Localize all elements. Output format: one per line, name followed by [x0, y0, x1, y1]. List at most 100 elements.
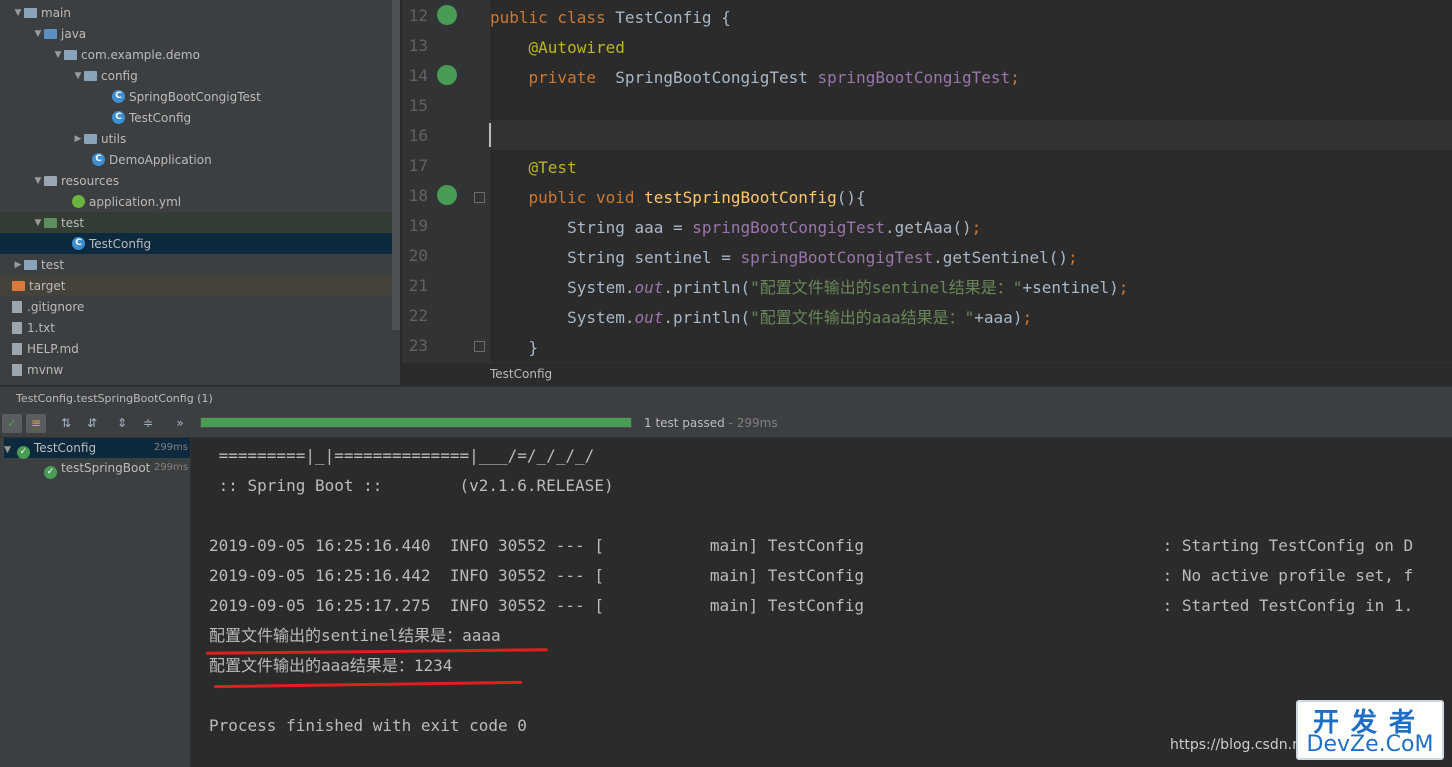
punctuation: (){ — [836, 188, 866, 207]
console-line: 2019-09-05 16:25:16.442 INFO 30552 --- [… — [209, 566, 1414, 585]
tree-item-main[interactable]: ▼ main — [0, 2, 400, 23]
semicolon: ; — [1118, 278, 1129, 297]
tree-item-package-demo[interactable]: ▼ com.example.demo — [0, 44, 400, 65]
method-name: testSpringBootConfig — [644, 188, 837, 207]
chevron-down-icon[interactable]: ▼ — [72, 71, 84, 81]
tree-item-java[interactable]: ▼ java — [0, 23, 400, 44]
annotation: @Test — [528, 158, 577, 177]
watermark-url: https://blog.csdn.n — [1170, 737, 1301, 753]
tree-item-label: utils — [101, 131, 127, 146]
field-name: springBootCongigTest — [740, 248, 934, 267]
show-ignored-icon[interactable]: ≡ — [26, 414, 46, 433]
brace: } — [528, 338, 539, 357]
chevron-down-icon[interactable]: ▼ — [32, 176, 44, 186]
class-icon: C — [112, 111, 125, 124]
run-test-icon[interactable] — [437, 5, 457, 25]
tree-item-label: java — [61, 26, 87, 41]
sort-alphabetically-icon[interactable]: ⇅ — [56, 414, 76, 433]
line-number: 21 — [408, 276, 428, 295]
run-tab-title[interactable]: TestConfig.testSpringBootConfig (1) — [16, 392, 213, 405]
tree-item-gitignore[interactable]: .gitignore — [0, 296, 400, 317]
chevron-down-icon[interactable]: ▼ — [32, 218, 44, 228]
chevron-right-icon[interactable]: ▶ — [72, 134, 84, 144]
code-line-22: System.out.println("配置文件输出的aaa结果是："+aaa)… — [490, 303, 1032, 333]
line-number: 20 — [408, 246, 428, 265]
tree-item-label: SpringBootCongigTest — [129, 89, 261, 104]
tree-item-help-md[interactable]: HELP.md — [0, 338, 400, 359]
tree-scrollbar[interactable] — [392, 0, 400, 330]
console-line: 2019-09-05 16:25:16.440 INFO 30552 --- [… — [209, 536, 1414, 555]
code-text: String sentinel = — [567, 248, 741, 267]
code-line-23: } — [490, 333, 539, 363]
tree-item-package-config[interactable]: ▼ config — [0, 65, 400, 86]
method-call: .println( — [663, 308, 751, 327]
static-field: out — [634, 278, 664, 297]
keyword: public class — [490, 8, 616, 27]
tree-item-resources[interactable]: ▼ resources — [0, 170, 400, 191]
more-actions-icon[interactable]: » — [170, 414, 190, 433]
semicolon: ; — [971, 218, 982, 237]
collapse-all-icon[interactable]: ≑ — [138, 414, 158, 433]
static-field: out — [634, 308, 664, 327]
package-icon — [64, 49, 77, 60]
tree-item-test-source[interactable]: ▼ test — [0, 212, 400, 233]
site-logo: 开发者 DevZe.CoM — [1296, 700, 1444, 760]
tree-item-label: 1.txt — [27, 320, 55, 335]
string-literal: "配置文件输出的sentinel结果是：" — [750, 278, 1023, 297]
class-icon: C — [92, 153, 105, 166]
test-node-method[interactable]: ✓ testSpringBoot 299ms — [44, 458, 190, 479]
tree-item-application-yml[interactable]: application.yml — [0, 191, 400, 212]
chevron-right-icon[interactable]: ▶ — [12, 260, 24, 270]
chevron-down-icon[interactable]: ▼ — [4, 445, 11, 455]
tree-item-mvnw[interactable]: mvnw — [0, 359, 400, 380]
tree-item-1-txt[interactable]: 1.txt — [0, 317, 400, 338]
file-icon — [12, 363, 22, 376]
excluded-folder-icon — [12, 280, 25, 291]
markdown-file-icon — [12, 342, 22, 355]
tree-item-class-testconfig-selected[interactable]: C TestConfig — [0, 233, 400, 254]
code-text: System. — [567, 278, 635, 297]
tree-item-class-demoapplication[interactable]: C DemoApplication — [0, 149, 400, 170]
code-line-17: @Test — [490, 153, 577, 183]
tree-item-target[interactable]: target — [0, 275, 400, 296]
tree-item-package-utils[interactable]: ▶ utils — [0, 128, 400, 149]
breadcrumb-item[interactable]: TestConfig — [490, 367, 552, 381]
chevron-down-icon[interactable]: ▼ — [52, 50, 64, 60]
resources-folder-icon — [44, 175, 57, 186]
tree-item-test[interactable]: ▶ test — [0, 254, 400, 275]
current-line-highlight — [490, 120, 1452, 150]
code-line-12: public class TestConfig { — [490, 3, 731, 33]
tree-item-class-springbootcongigtest[interactable]: C SpringBootCongigTest — [0, 86, 400, 107]
chevron-down-icon[interactable]: ▼ — [32, 29, 44, 39]
console-line: :: Spring Boot :: (v2.1.6.RELEASE) — [209, 476, 614, 495]
code-line-20: String sentinel = springBootCongigTest.g… — [490, 243, 1078, 273]
tree-item-class-testconfig[interactable]: C TestConfig — [0, 107, 400, 128]
semicolon: ; — [1010, 68, 1020, 87]
sort-by-duration-icon[interactable]: ⇵ — [82, 414, 102, 433]
test-time: 299ms — [153, 442, 188, 453]
show-passed-icon[interactable]: ✓ — [2, 414, 22, 433]
semicolon: ; — [1022, 308, 1033, 327]
expand-all-icon[interactable]: ⇕ — [112, 414, 132, 433]
chevron-down-icon[interactable]: ▼ — [12, 8, 24, 18]
code-line-14: private SpringBootCongigTest springBootC… — [490, 63, 1020, 93]
line-number: 16 — [408, 126, 428, 145]
semicolon: ; — [1067, 248, 1078, 267]
code-text: +aaa) — [974, 308, 1023, 327]
package-icon — [84, 133, 97, 144]
console-line: 2019-09-05 16:25:17.275 INFO 30552 --- [… — [209, 596, 1414, 615]
fold-icon[interactable] — [474, 341, 485, 352]
tree-item-label: mvnw — [27, 362, 64, 377]
annotation: @Autowired — [528, 38, 625, 57]
test-results-tree: ▼ ✓ TestConfig 299ms ✓ testSpringBoot 299ms — [0, 438, 191, 767]
test-name: testSpringBoot — [61, 461, 151, 475]
tree-item-label: target — [29, 278, 66, 293]
class-icon: C — [72, 237, 85, 250]
run-tool-window-header: TestConfig.testSpringBootConfig (1) — [0, 386, 1452, 409]
fold-icon[interactable] — [474, 192, 485, 203]
tree-item-label: com.example.demo — [81, 47, 200, 62]
run-test-icon[interactable] — [437, 185, 457, 205]
bean-navigation-icon[interactable] — [437, 65, 457, 85]
code-line-21: System.out.println("配置文件输出的sentinel结果是："… — [490, 273, 1128, 303]
test-node-class[interactable]: ▼ ✓ TestConfig 299ms — [4, 438, 190, 459]
